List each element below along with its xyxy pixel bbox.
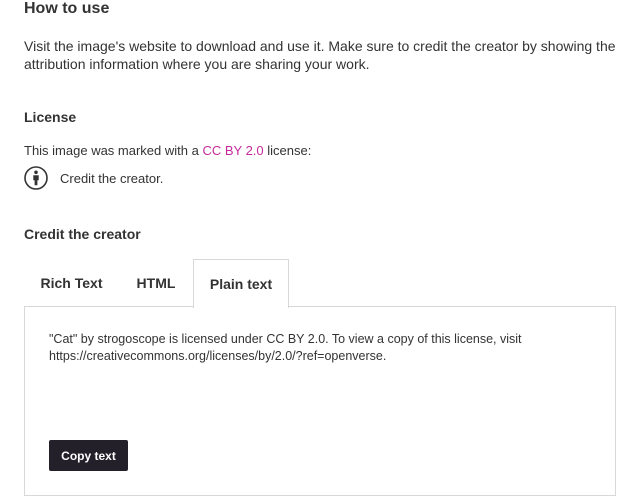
license-heading: License (24, 109, 77, 125)
tab-html[interactable]: HTML (119, 259, 193, 307)
attribution-line-2: https://creativecommons.org/licenses/by/… (49, 349, 387, 363)
license-element-by: Credit the creator. (24, 165, 163, 191)
copy-text-button[interactable]: Copy text (49, 440, 128, 471)
cc-by-person-icon (24, 166, 48, 190)
how-to-use-heading: How to use (24, 0, 110, 17)
attribution-text: "Cat" by strogoscope is licensed under C… (49, 331, 569, 365)
tab-rich-text[interactable]: Rich Text (24, 259, 119, 307)
license-prefix: This image was marked with a (24, 143, 199, 158)
attribution-line-1: "Cat" by strogoscope is licensed under C… (49, 332, 522, 346)
license-link[interactable]: CC BY 2.0 (202, 143, 263, 158)
credit-creator-heading: Credit the creator (24, 226, 141, 242)
tab-plain-text[interactable]: Plain text (193, 259, 289, 308)
attribution-tabs: Rich Text HTML Plain text (24, 259, 616, 308)
credit-the-creator-text: Credit the creator. (60, 170, 164, 186)
license-statement: This image was marked with a CC BY 2.0 l… (24, 143, 311, 159)
license-suffix: license: (267, 143, 312, 158)
how-to-use-description: Visit the image's website to download an… (24, 38, 616, 72)
attribution-panel: "Cat" by strogoscope is licensed under C… (24, 306, 616, 496)
